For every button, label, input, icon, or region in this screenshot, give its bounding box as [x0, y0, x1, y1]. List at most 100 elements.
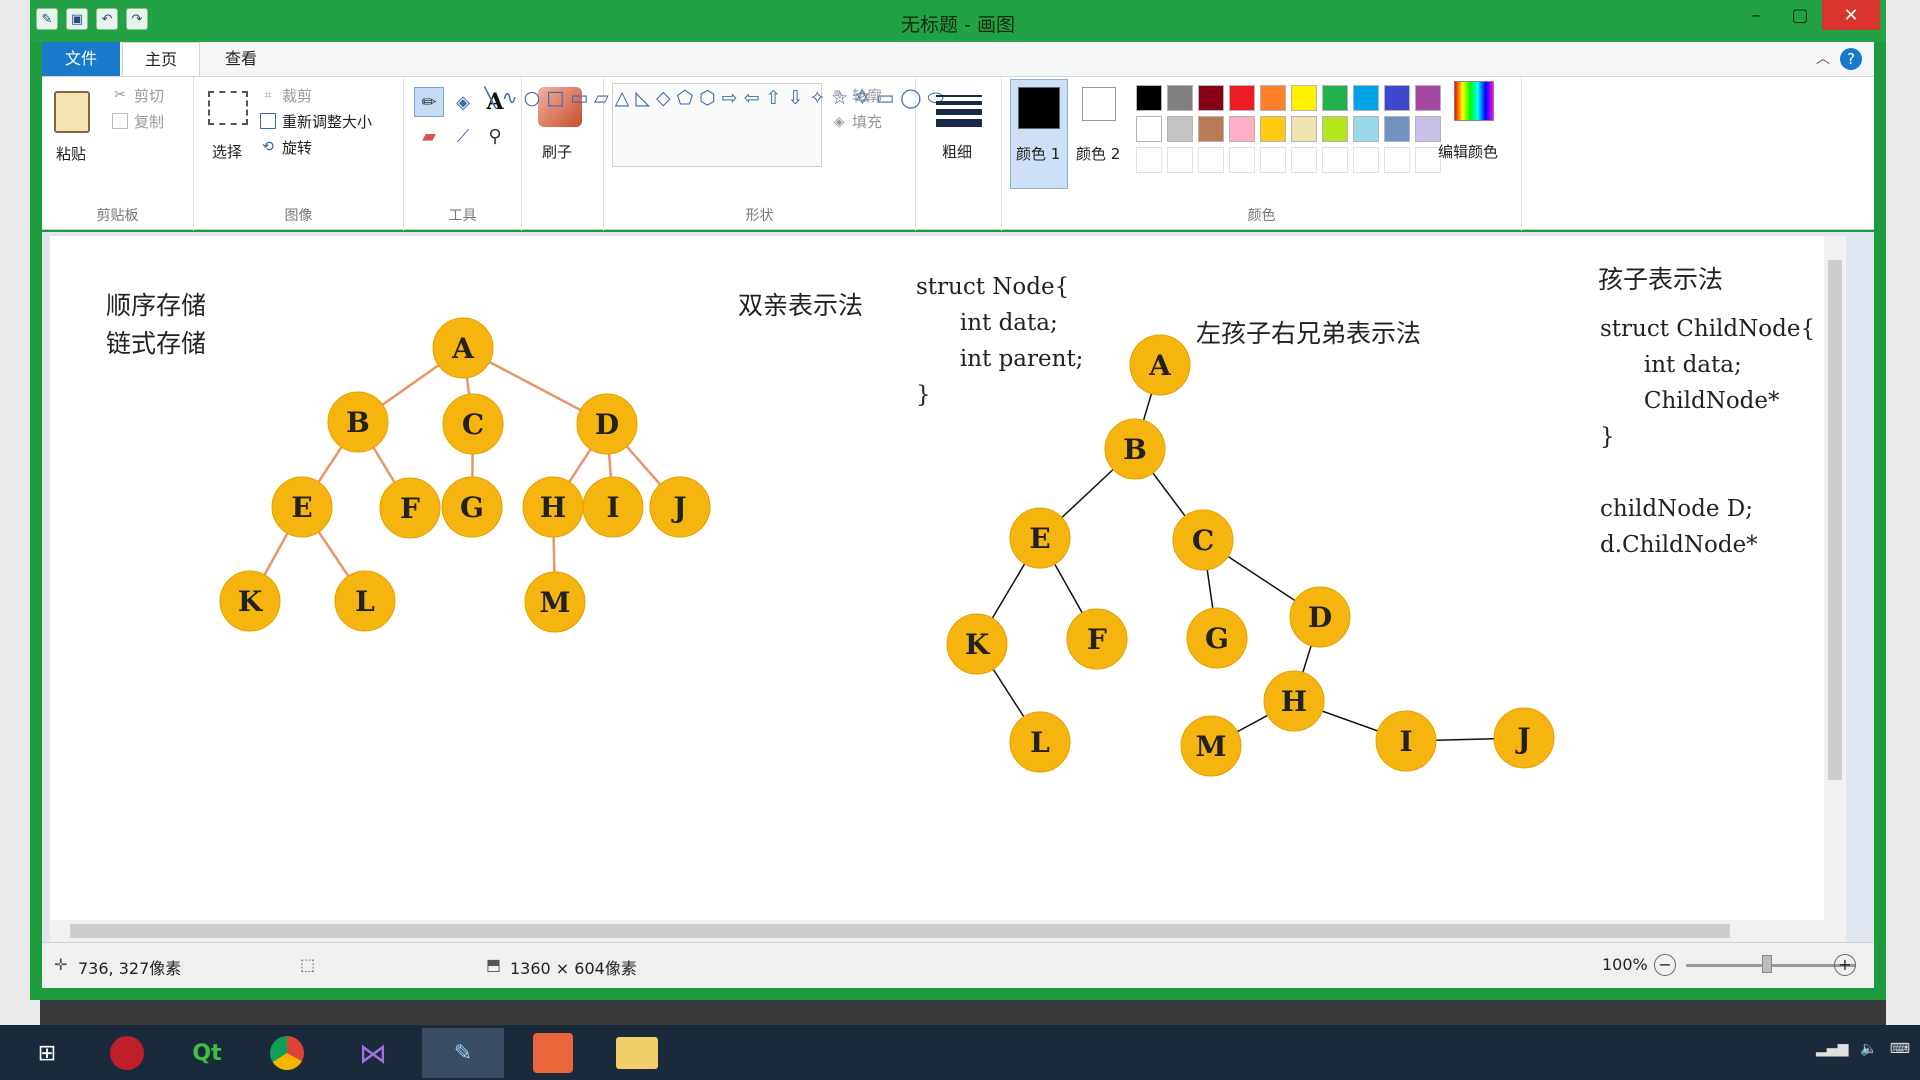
tab-home[interactable]: 主页	[122, 42, 200, 76]
color-swatch[interactable]	[1198, 116, 1224, 142]
tray-ime-icon[interactable]: ⌨	[1890, 1041, 1910, 1057]
fill-icon[interactable]: ◈	[830, 113, 848, 131]
edit-colors-icon[interactable]	[1454, 81, 1494, 121]
color-swatch[interactable]	[1291, 147, 1317, 173]
color-swatch[interactable]	[1229, 85, 1255, 111]
taskbar-app-icon[interactable]	[86, 1028, 168, 1078]
size-group: 粗细	[916, 77, 1002, 231]
color-swatch[interactable]	[1322, 85, 1348, 111]
color-swatch[interactable]	[1291, 116, 1317, 142]
cursor-position: 736, 327像素	[78, 959, 182, 978]
copy-icon[interactable]	[112, 113, 128, 129]
tray-volume-icon[interactable]: 🔈	[1860, 1041, 1877, 1057]
taskbar-app-icon[interactable]	[246, 1028, 328, 1078]
color-swatch[interactable]	[1198, 147, 1224, 173]
copy-button[interactable]: 复制	[134, 111, 164, 132]
svg-text:J: J	[670, 491, 686, 524]
start-button[interactable]: ⊞	[6, 1028, 88, 1078]
svg-text:K: K	[238, 585, 264, 618]
close-button[interactable]: ✕	[1822, 0, 1880, 30]
color-swatch[interactable]	[1260, 147, 1286, 173]
color-swatch[interactable]	[1167, 147, 1193, 173]
tray-network-icon[interactable]: ▂▄▆	[1816, 1041, 1848, 1057]
tree1-node: D	[576, 393, 638, 455]
magnifier-icon[interactable]: ⚲	[480, 121, 510, 151]
paste-icon[interactable]	[54, 91, 90, 133]
vertical-scrollbar[interactable]	[1824, 236, 1846, 926]
color-picker-icon[interactable]: ⟋	[448, 121, 478, 151]
taskbar-app-icon[interactable]	[512, 1028, 594, 1078]
cut-button[interactable]: 剪切	[134, 85, 164, 106]
tree1-node: B	[327, 391, 389, 453]
color-swatch[interactable]	[1353, 85, 1379, 111]
crop-icon[interactable]: ⌗	[260, 87, 276, 103]
shapes-gallery-icon[interactable]: ╲∿○□▭▱△◺◇⬠⬡⇨⇦⇧⇩✧☆✡▭◯⬭	[484, 83, 944, 167]
tab-file[interactable]: 文件	[42, 42, 120, 76]
help-icon[interactable]: ?	[1840, 48, 1862, 70]
svg-text:M: M	[1196, 730, 1227, 763]
crop-button[interactable]: 裁剪	[282, 85, 312, 106]
select-icon[interactable]	[208, 91, 248, 125]
zoom-slider-handle[interactable]	[1762, 955, 1772, 973]
color-swatch[interactable]	[1229, 147, 1255, 173]
resize-icon[interactable]	[260, 113, 276, 129]
tree2-node: K	[946, 613, 1008, 675]
color1-swatch	[1018, 87, 1060, 129]
tree2-node: M	[1180, 715, 1242, 777]
svg-text:H: H	[1281, 685, 1307, 718]
maximize-button[interactable]: ▢	[1778, 0, 1822, 30]
color-swatch[interactable]	[1322, 147, 1348, 173]
color-swatch[interactable]	[1167, 85, 1193, 111]
cut-icon[interactable]: ✂	[112, 87, 128, 103]
color-swatch[interactable]	[1136, 85, 1162, 111]
tree2-node: E	[1009, 507, 1071, 569]
taskbar-app-icon[interactable]: ⋈	[332, 1028, 414, 1078]
color-swatch[interactable]	[1136, 147, 1162, 173]
outline-button[interactable]: 轮廓	[852, 85, 882, 106]
eraser-icon[interactable]: ▰	[414, 121, 444, 151]
color-swatch[interactable]	[1415, 116, 1441, 142]
color-swatch[interactable]	[1384, 116, 1410, 142]
color-swatch[interactable]	[1384, 147, 1410, 173]
tab-view[interactable]: 查看	[204, 42, 278, 76]
color-swatch[interactable]	[1291, 85, 1317, 111]
fill-bucket-icon[interactable]: ◈	[448, 87, 478, 117]
horizontal-scrollbar[interactable]	[50, 920, 1846, 942]
rotate-icon[interactable]: ⟲	[260, 139, 276, 155]
size-button[interactable]: 粗细	[942, 141, 972, 162]
color-swatch[interactable]	[1415, 85, 1441, 111]
rotate-button[interactable]: 旋转	[282, 137, 312, 158]
minimize-button[interactable]: –	[1734, 0, 1778, 30]
pencil-icon[interactable]: ✏	[414, 87, 444, 117]
color-swatch[interactable]	[1353, 147, 1379, 173]
collapse-ribbon-icon[interactable]: ︿	[1816, 48, 1830, 68]
fill-button[interactable]: 填充	[852, 111, 882, 132]
color-swatch[interactable]	[1260, 85, 1286, 111]
brushes-button[interactable]: 刷子	[542, 141, 572, 162]
select-button[interactable]: 选择	[212, 141, 242, 162]
color-swatch[interactable]	[1167, 116, 1193, 142]
color-swatch[interactable]	[1198, 85, 1224, 111]
outline-icon[interactable]: ✎	[830, 87, 848, 105]
clipboard-group: 粘贴 ✂ 剪切 复制 剪贴板	[42, 77, 194, 231]
tree2-node: I	[1375, 710, 1437, 772]
taskbar-folder-icon[interactable]	[596, 1028, 678, 1078]
color-swatch[interactable]	[1260, 116, 1286, 142]
color-swatch[interactable]	[1136, 116, 1162, 142]
drawing-canvas[interactable]: 顺序存储 链式存储 双亲表示法 左孩子右兄弟表示法 孩子表示法 struct N…	[50, 236, 1846, 926]
zoom-in-button[interactable]: +	[1834, 954, 1856, 976]
paste-button[interactable]: 粘贴	[56, 143, 86, 164]
color2-swatch[interactable]	[1082, 87, 1116, 121]
background-app-right-strip	[1886, 0, 1920, 1025]
canvas-size: 1360 × 604像素	[510, 959, 637, 978]
color-swatch[interactable]	[1322, 116, 1348, 142]
color-swatch[interactable]	[1229, 116, 1255, 142]
edit-colors-button[interactable]: 编辑颜色	[1438, 141, 1498, 162]
resize-button[interactable]: 重新调整大小	[282, 111, 372, 132]
taskbar-paint-icon[interactable]: ✎	[422, 1028, 504, 1078]
taskbar-app-icon[interactable]: Qt	[166, 1028, 248, 1078]
color-swatch[interactable]	[1353, 116, 1379, 142]
color-swatch[interactable]	[1384, 85, 1410, 111]
line-width-icon[interactable]	[936, 91, 982, 131]
zoom-out-button[interactable]: −	[1654, 954, 1676, 976]
